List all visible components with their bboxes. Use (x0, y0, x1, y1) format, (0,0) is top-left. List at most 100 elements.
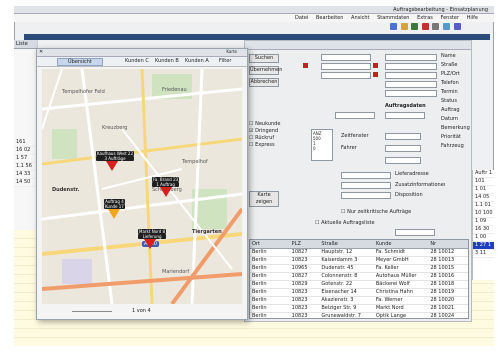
menu-help[interactable]: Hilfe (467, 15, 478, 21)
tab-customers-b[interactable]: Kunden B (155, 58, 179, 65)
list-item[interactable]: 3 11 (473, 250, 494, 258)
col-header[interactable]: Nr (430, 240, 468, 248)
cancel-button[interactable]: Abbrechen (249, 78, 279, 87)
pin-marker-icon (106, 161, 118, 171)
status-select[interactable] (335, 112, 375, 119)
list-item[interactable]: Auftr 1 (473, 170, 494, 178)
name-field[interactable] (385, 54, 437, 61)
help-icon[interactable] (453, 23, 461, 30)
table-cell: Berlin (252, 289, 267, 295)
table-row[interactable]: Berlin 10827 Colonnenstr. 8 Autohaus Müller… (250, 273, 468, 281)
map-status-text: 1 von 4 (132, 308, 151, 314)
table-row[interactable]: Berlin 10823 Eisenacher 14 Christina Hahn 28… (250, 289, 468, 297)
checkbox-urgent[interactable]: ☑ Dringend (249, 128, 309, 135)
delivery-field-3[interactable] (341, 192, 391, 199)
selected-list-item[interactable]: 1 27 1 (473, 242, 494, 250)
col-header[interactable]: Kunde (376, 240, 431, 248)
list-item[interactable]: 1 01 (473, 186, 494, 194)
map-toolbar: Übersicht Kunden C Kunden B Kunden A Fil… (37, 57, 247, 67)
print-icon[interactable] (432, 23, 440, 30)
tab-overview[interactable]: Übersicht (57, 58, 103, 66)
map-label: Friedenau (162, 87, 187, 93)
list-item[interactable]: 1 57 (14, 155, 37, 163)
table-row[interactable]: Berlin 10823 Belziger Str. 9 Markt Nord 28 1… (250, 305, 468, 313)
list-item[interactable]: 1 00 (473, 234, 494, 242)
new-icon[interactable] (390, 23, 397, 30)
menu-edit[interactable]: Bearbeiten (316, 15, 343, 21)
col-header[interactable]: Ort (250, 240, 292, 248)
delete-icon[interactable] (421, 23, 429, 30)
col-header[interactable]: Straße (321, 240, 376, 248)
list-item[interactable]: 14 05 (473, 194, 494, 202)
list-item[interactable]: 1.1 56 (14, 163, 37, 171)
save-icon[interactable] (411, 23, 419, 30)
table-row[interactable]: Berlin 10827 Hauptstr. 12 Fa. Schmidt 28 100… (250, 249, 468, 257)
label-phone: Telefon (441, 80, 459, 86)
map-pin[interactable]: Fa. Brand 23 1 Auftrag (152, 177, 180, 197)
list-item[interactable]: 16 02 (14, 147, 37, 155)
list-item[interactable]: 101 (473, 178, 494, 186)
table-cell: 28 10018 (430, 281, 455, 287)
checkbox-new-customer[interactable]: ☐ Neukunde (249, 121, 309, 128)
order-select[interactable] (385, 112, 425, 119)
tab-customers-c[interactable]: Kunden C (125, 58, 149, 65)
date-field[interactable] (385, 90, 437, 97)
map-label: Tempelhofer Feld (62, 89, 105, 95)
list-item[interactable]: 1 09 (473, 218, 494, 226)
apply-button[interactable]: Übernehmen (249, 66, 282, 75)
tab-filter[interactable]: Filter (219, 58, 231, 65)
table-cell: Autohaus Müller (375, 273, 417, 279)
table-row[interactable]: Berlin 10823 Akazienstr. 3 Fa. Werner 28 100… (250, 297, 468, 305)
menu-view[interactable]: Ansicht (351, 15, 369, 21)
list-item[interactable]: 14 33 (14, 171, 37, 179)
value-box: ANZ 500 1 0 (311, 129, 333, 161)
checkbox-current-list[interactable]: ☐ Aktuelle Auftragsliste (315, 220, 435, 226)
category-select[interactable] (385, 157, 421, 164)
remark-field[interactable] (321, 54, 371, 61)
vehicle-select[interactable] (385, 133, 421, 140)
list-item[interactable]: 10 100 (473, 210, 494, 218)
show-map-button[interactable]: Karte zeigen (249, 191, 279, 207)
zip-field[interactable] (385, 72, 437, 79)
map-pin[interactable]: Markt Nord 8 Lieferung (138, 229, 167, 249)
menu-extras[interactable]: Extras (417, 15, 433, 21)
search-button[interactable]: Suchen (249, 54, 279, 63)
priority-field[interactable] (321, 63, 371, 70)
table-row[interactable]: Berlin 10965 Dudenstr. 45 Fa. Keller 28 1001… (250, 265, 468, 273)
list-filter-field[interactable] (395, 229, 435, 236)
zoom-slider[interactable] (72, 311, 112, 312)
table-cell: Optik Lange (375, 313, 407, 319)
table-cell: 28 10016 (430, 273, 455, 279)
table-row[interactable]: Berlin 10823 Kaiserdamm 3 Meyer GmbH 28 1001… (250, 257, 468, 265)
delivery-field-2[interactable] (341, 182, 391, 189)
table-row[interactable]: Berlin 10829 Gotenstr. 22 Bäckerei Wolf 28 1… (250, 281, 468, 289)
menu-window[interactable]: Fenster (440, 15, 459, 21)
list-item[interactable]: 14 50 (14, 179, 37, 187)
section-order-data: Auftragsdaten (385, 103, 426, 109)
menu-file[interactable]: Datei (295, 15, 308, 21)
checkbox-callback[interactable]: ☐ Rückruf (249, 135, 309, 142)
map-pin[interactable]: Kaufhaus West 22 3 Aufträge (96, 151, 135, 171)
map-view[interactable]: Friedenau Tempelhof Schöneberg Kreuzberg… (42, 69, 242, 304)
close-icon[interactable]: ✕ (39, 49, 43, 56)
col-header[interactable]: PLZ (292, 240, 322, 248)
checkbox-time-critical[interactable]: ☐ Nur zeitkritische Aufträge (341, 209, 441, 215)
checkbox-express[interactable]: ☐ Express (249, 142, 309, 149)
table-row[interactable]: Berlin 10823 Grunewaldstr. 7 Optik Lange 28 … (250, 313, 468, 319)
delivery-field-1[interactable] (341, 172, 391, 179)
menu-master-data[interactable]: Stammdaten (377, 15, 409, 21)
map-pin[interactable]: Auftrag 4 Kunde 17 (104, 199, 125, 219)
phone-field[interactable] (385, 81, 437, 88)
list-item[interactable]: 161 (14, 139, 37, 147)
tab-customers-a[interactable]: Kunden A (185, 58, 209, 65)
list-item[interactable]: 16 30 (473, 226, 494, 234)
street-field[interactable] (385, 63, 437, 70)
driver-select[interactable] (385, 145, 421, 152)
table-cell: Fa. Werner (375, 297, 403, 303)
vehicle-field[interactable] (321, 72, 371, 79)
refresh-icon[interactable] (442, 23, 450, 30)
right-list: Auftr 1 101 1 01 14 05 1.1 01 10 100 1 0… (472, 170, 494, 280)
label-vehicle: Fahrzeug (441, 143, 464, 149)
open-icon[interactable] (400, 23, 408, 30)
list-item[interactable]: 1.1 01 (473, 202, 494, 210)
